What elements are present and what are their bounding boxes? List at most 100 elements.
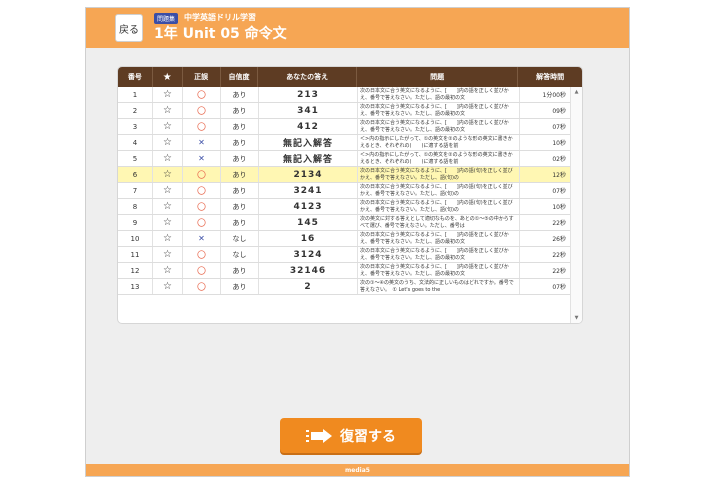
scrollbar[interactable]: ▲ ▼ bbox=[570, 87, 582, 323]
question-text[interactable]: 次の日本文に合う英文になるように、[ ]内の語を正しく並びかえ、番号で答えなさい… bbox=[358, 231, 520, 246]
favorite-star-icon[interactable]: ☆ bbox=[153, 119, 183, 134]
your-answer: 無記入解答 bbox=[259, 151, 358, 166]
confidence-value: あり bbox=[221, 103, 259, 118]
row-number: 8 bbox=[118, 199, 153, 214]
your-answer: 3124 bbox=[259, 247, 358, 262]
confidence-value: あり bbox=[221, 279, 259, 294]
column-result[interactable]: 正誤 bbox=[183, 67, 221, 87]
question-text[interactable]: 次の日本文に合う英文になるように、[ ]内の語を正しく並びかえ、番号で答えなさい… bbox=[358, 103, 520, 118]
circle-icon: 〇 bbox=[196, 107, 206, 117]
circle-icon: 〇 bbox=[196, 187, 206, 197]
wrong-mark-icon: ✕ bbox=[183, 135, 221, 150]
confidence-value: あり bbox=[221, 151, 259, 166]
favorite-star-icon[interactable]: ☆ bbox=[153, 167, 183, 182]
table-row[interactable]: 4 ☆ ✕ あり 無記入解答 ＜>内の指示にしたがって、①の英文を②のような形の英文に書き… bbox=[118, 135, 572, 151]
question-text[interactable]: 次の日本文に合う英文になるように、[ ]内の語を正しく並びかえ、番号で答えなさい… bbox=[358, 119, 520, 134]
answer-time: 09秒 bbox=[552, 108, 566, 115]
table-row[interactable]: 3 ☆ 〇 あり 412 次の日本文に合う英文になるように、[ ]内の語を正しく並びかえ、… bbox=[118, 119, 572, 135]
favorite-star-icon[interactable]: ☆ bbox=[153, 103, 183, 118]
answer-time: 07秒 bbox=[552, 124, 566, 131]
row-number: 9 bbox=[118, 215, 153, 230]
row-number: 10 bbox=[118, 231, 153, 246]
table-row[interactable]: 7 ☆ 〇 あり 3241 次の日本文に合う英文になるように、[ ]内の語(句)を正しく並… bbox=[118, 183, 572, 199]
table-row[interactable]: 6 ☆ 〇 あり 2134 次の日本文に合う英文になるように、[ ]内の語(句)を正しく並… bbox=[118, 167, 572, 183]
correct-mark-icon: 〇 bbox=[183, 215, 221, 230]
column-confidence[interactable]: 自信度 bbox=[221, 67, 259, 87]
circle-icon: 〇 bbox=[196, 283, 206, 293]
table-row[interactable]: 11 ☆ 〇 なし 3124 次の日本文に合う英文になるように、[ ]内の語を正しく並びか… bbox=[118, 247, 572, 263]
review-button[interactable]: 復習する bbox=[280, 418, 422, 453]
column-time[interactable]: 解答時間 bbox=[518, 67, 582, 87]
row-number: 6 bbox=[118, 167, 153, 182]
scroll-up-icon[interactable]: ▲ bbox=[571, 87, 582, 97]
review-button-label: 復習する bbox=[340, 428, 396, 445]
row-number: 2 bbox=[118, 103, 153, 118]
your-answer: 2 bbox=[259, 279, 358, 294]
question-text[interactable]: 次の日本文に合う英文になるように、[ ]内の語(句)を正しく並びかえ、番号で答え… bbox=[358, 167, 520, 182]
table-row[interactable]: 8 ☆ 〇 あり 4123 次の日本文に合う英文になるように、[ ]内の語(句)を正しく並… bbox=[118, 199, 572, 215]
question-text[interactable]: 次の日本文に合う英文になるように、[ ]内の語(句)を正しく並びかえ、番号で答え… bbox=[358, 199, 520, 214]
column-question[interactable]: 問題 bbox=[357, 67, 519, 87]
your-answer: 341 bbox=[259, 103, 358, 118]
favorite-star-icon[interactable]: ☆ bbox=[153, 231, 183, 246]
confidence-value: あり bbox=[221, 167, 259, 182]
question-text[interactable]: 次の英文に対する答えとして適切なものを、あとの①～⑤の中からすべて選び、番号で答… bbox=[358, 215, 520, 230]
answer-time: 1分00秒 bbox=[542, 92, 566, 99]
column-star[interactable]: ★ bbox=[153, 67, 183, 87]
favorite-star-icon[interactable]: ☆ bbox=[153, 135, 183, 150]
answer-time: 10秒 bbox=[552, 204, 566, 211]
favorite-star-icon[interactable]: ☆ bbox=[153, 215, 183, 230]
favorite-star-icon[interactable]: ☆ bbox=[153, 151, 183, 166]
question-text[interactable]: 次の日本文に合う英文になるように、[ ]内の語(句)を正しく並びかえ、番号で答え… bbox=[358, 183, 520, 198]
favorite-star-icon[interactable]: ☆ bbox=[153, 87, 183, 102]
column-answer[interactable]: あなたの答え bbox=[258, 67, 357, 87]
confidence-value: あり bbox=[221, 183, 259, 198]
correct-mark-icon: 〇 bbox=[183, 87, 221, 102]
your-answer: 3241 bbox=[259, 183, 358, 198]
scroll-down-icon[interactable]: ▼ bbox=[571, 313, 582, 323]
review-arrow-icon bbox=[306, 428, 332, 443]
app-subtitle: 中学英語ドリル学習 bbox=[184, 13, 256, 22]
wrong-mark-icon: ✕ bbox=[183, 151, 221, 166]
question-text[interactable]: ＜>内の指示にしたがって、①の英文を②のような形の英文に書きかえるとき、それぞれ… bbox=[358, 135, 520, 150]
circle-icon: 〇 bbox=[196, 251, 206, 261]
favorite-star-icon[interactable]: ☆ bbox=[153, 263, 183, 278]
answer-time: 07秒 bbox=[552, 188, 566, 195]
circle-icon: 〇 bbox=[196, 171, 206, 181]
row-number: 12 bbox=[118, 263, 153, 278]
favorite-star-icon[interactable]: ☆ bbox=[153, 279, 183, 294]
your-answer: 145 bbox=[259, 215, 358, 230]
column-number[interactable]: 番号 bbox=[118, 67, 153, 87]
favorite-star-icon[interactable]: ☆ bbox=[153, 247, 183, 262]
favorite-star-icon[interactable]: ☆ bbox=[153, 199, 183, 214]
table-row[interactable]: 10 ☆ ✕ なし 16 次の日本文に合う英文になるように、[ ]内の語を正しく並びかえ、… bbox=[118, 231, 572, 247]
question-text[interactable]: 次の日本文に合う英文になるように、[ ]内の語を正しく並びかえ、番号で答えなさい… bbox=[358, 263, 520, 278]
confidence-value: あり bbox=[221, 135, 259, 150]
question-text[interactable]: 次の日本文に合う英文になるように、[ ]内の語を正しく並びかえ、番号で答えなさい… bbox=[358, 247, 520, 262]
row-number: 11 bbox=[118, 247, 153, 262]
back-button[interactable]: 戻る bbox=[115, 14, 143, 42]
table-row[interactable]: 1 ☆ 〇 あり 213 次の日本文に合う英文になるように、[ ]内の語を正しく並びかえ、… bbox=[118, 87, 572, 103]
question-text[interactable]: 次の①～④の英文のうち、文法的に正しいものはどれですか。番号で答えなさい。 ① … bbox=[358, 279, 520, 294]
results-table: 番号 ★ 正誤 自信度 あなたの答え 問題 解答時間 1 ☆ 〇あり 213 次の日本文… bbox=[117, 66, 583, 324]
wrong-mark-icon: ✕ bbox=[183, 231, 221, 246]
page-title: 1年 Unit 05 命令文 bbox=[154, 26, 287, 42]
confidence-value: あり bbox=[221, 263, 259, 278]
circle-icon: 〇 bbox=[196, 91, 206, 101]
your-answer: 412 bbox=[259, 119, 358, 134]
table-row[interactable]: 9 ☆ 〇 あり 145 次の英文に対する答えとして適切なものを、あとの①～⑤の中からすべ… bbox=[118, 215, 572, 231]
table-row[interactable]: 12 ☆ 〇 あり 32146 次の日本文に合う英文になるように、[ ]内の語を正しく並び… bbox=[118, 263, 572, 279]
your-answer: 無記入解答 bbox=[259, 135, 358, 150]
favorite-star-icon[interactable]: ☆ bbox=[153, 183, 183, 198]
row-number: 5 bbox=[118, 151, 153, 166]
table-row[interactable]: 2 ☆ 〇 あり 341 次の日本文に合う英文になるように、[ ]内の語を正しく並びかえ、… bbox=[118, 103, 572, 119]
question-text[interactable]: ＜>内の指示にしたがって、①の英文を②のような形の英文に書きかえるとき、それぞれ… bbox=[358, 151, 520, 166]
question-text[interactable]: 次の日本文に合う英文になるように、[ ]内の語を正しく並びかえ、番号で答えなさい… bbox=[358, 87, 520, 102]
your-answer: 4123 bbox=[259, 199, 358, 214]
circle-icon: 〇 bbox=[196, 203, 206, 213]
confidence-value: あり bbox=[221, 215, 259, 230]
table-row[interactable]: 5 ☆ ✕ あり 無記入解答 ＜>内の指示にしたがって、①の英文を②のような形の英文に書き… bbox=[118, 151, 572, 167]
table-row[interactable]: 13 ☆ 〇 あり 2 次の①～④の英文のうち、文法的に正しいものはどれですか。番号で答え… bbox=[118, 279, 572, 295]
answer-time: 22秒 bbox=[552, 220, 566, 227]
confidence-value: あり bbox=[221, 119, 259, 134]
